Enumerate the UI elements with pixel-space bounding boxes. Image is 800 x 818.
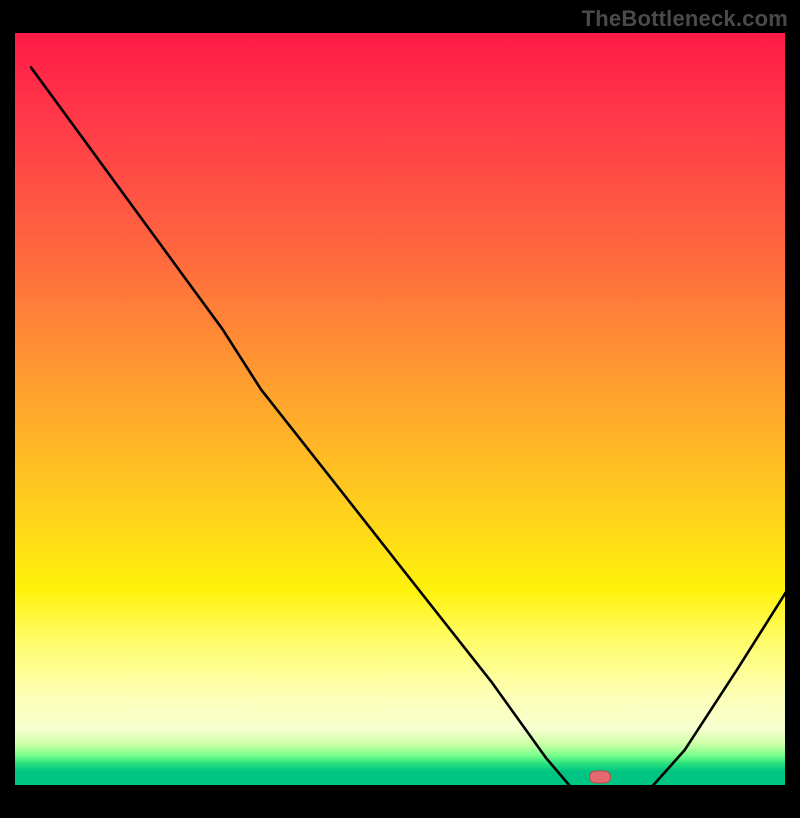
watermark-text: TheBottleneck.com xyxy=(582,6,788,32)
gradient-background xyxy=(15,33,785,785)
x-axis xyxy=(15,785,785,788)
optimal-point-marker xyxy=(589,771,611,784)
chart-frame xyxy=(15,33,785,785)
